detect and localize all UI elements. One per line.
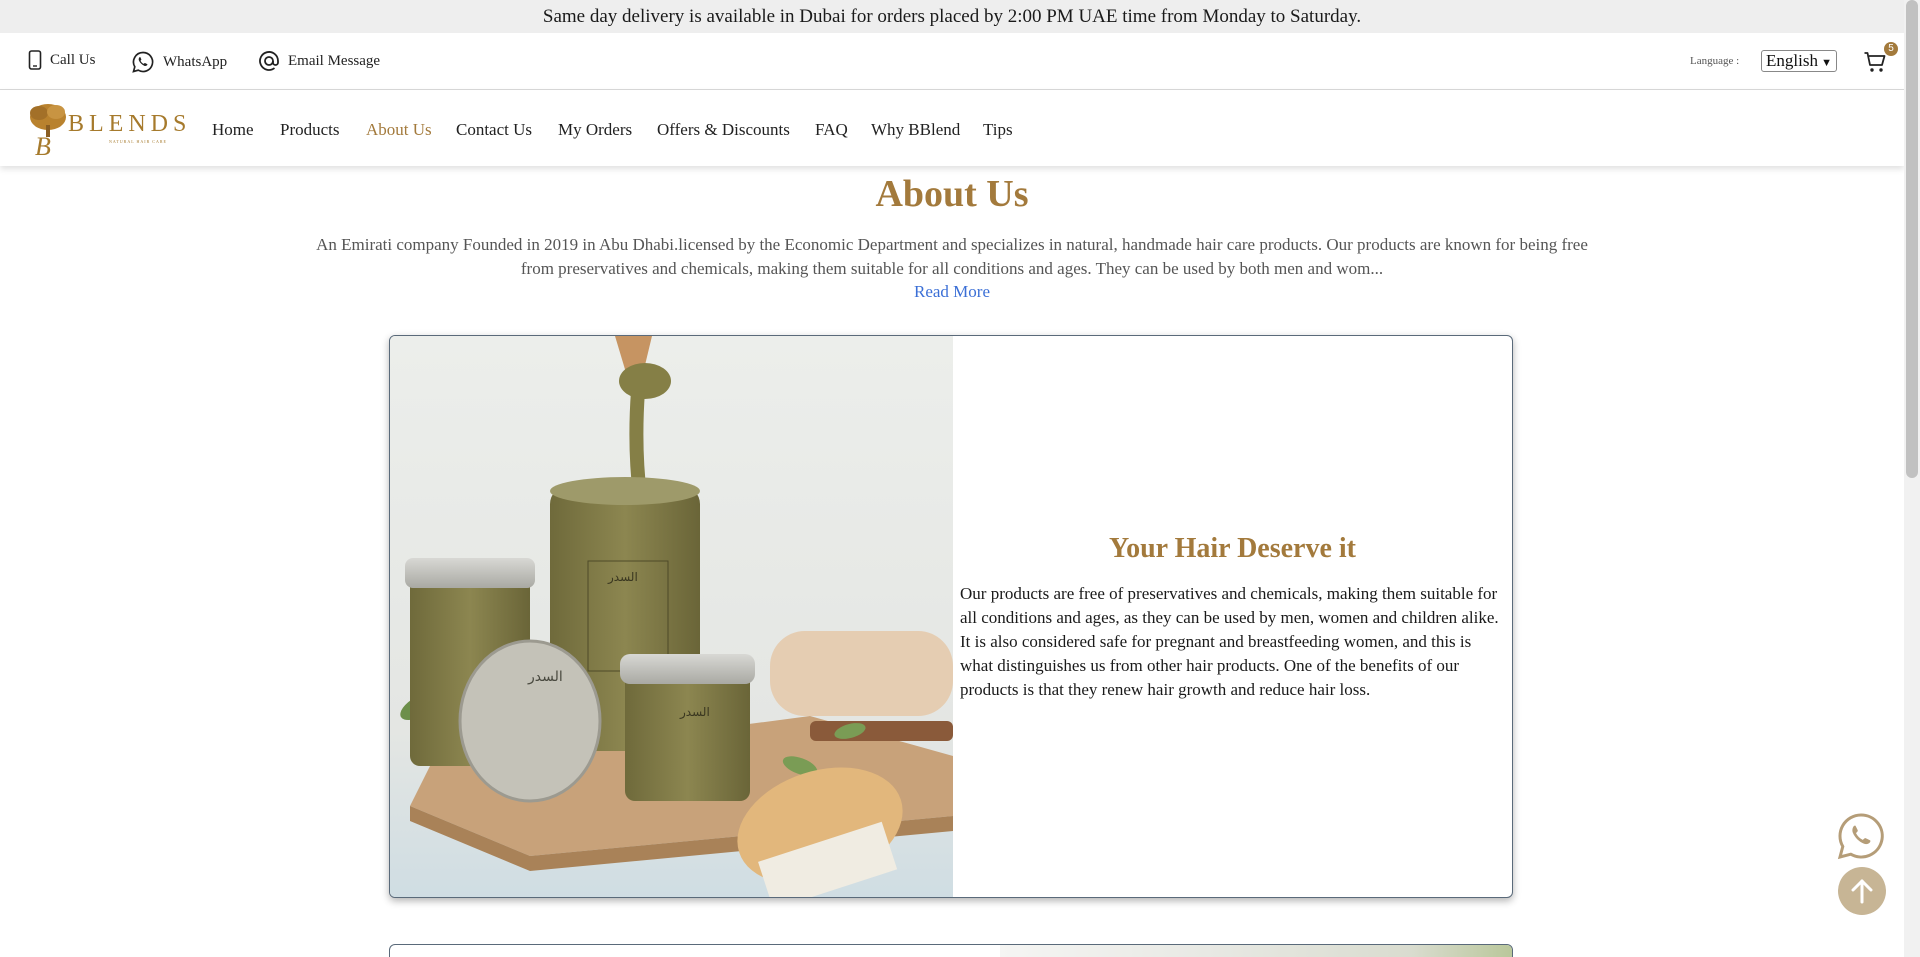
page-title: About Us — [875, 173, 1029, 215]
floating-whatsapp-button[interactable] — [1836, 811, 1886, 861]
scroll-to-top-button[interactable] — [1838, 867, 1886, 915]
at-sign-icon — [259, 51, 279, 71]
feature-text: Our products are free of preservatives a… — [960, 584, 1499, 699]
main-navbar: B BLENDS NATURAL HAIR CARE Home Products… — [0, 90, 1904, 166]
call-us-label: Call Us — [50, 51, 96, 68]
feature-card: السدر السدر السدر Your Hair Deserve it O… — [389, 335, 1513, 898]
call-us-link[interactable]: Call Us — [28, 50, 95, 70]
whatsapp-icon — [132, 51, 154, 73]
language-selected: English — [1766, 51, 1818, 70]
phone-icon — [28, 50, 42, 70]
contact-bar: Call Us WhatsApp Email Message Language … — [0, 33, 1904, 90]
nav-why-bblend[interactable]: Why BBlend — [871, 120, 960, 140]
next-feature-image — [1000, 945, 1512, 957]
feature-title: Your Hair Deserve it — [1108, 533, 1357, 564]
scrollbar-thumb[interactable] — [1906, 0, 1918, 478]
email-label: Email Message — [288, 52, 381, 69]
tree-logo-icon: B — [30, 104, 66, 157]
cart-count-badge: 5 — [1884, 42, 1898, 56]
whatsapp-link[interactable]: WhatsApp — [131, 50, 227, 74]
whatsapp-icon — [1837, 813, 1884, 860]
nav-products[interactable]: Products — [280, 120, 340, 140]
nav-contact-us[interactable]: Contact Us — [456, 120, 532, 140]
nav-about-us[interactable]: About Us — [366, 120, 432, 140]
next-feature-card — [389, 944, 1513, 957]
brand-tagline: NATURAL HAIR CARE — [109, 139, 167, 144]
chevron-down-icon: ▼ — [1821, 57, 1832, 69]
about-intro-text: An Emirati company Founded in 2019 in Ab… — [316, 235, 1588, 278]
page-scrollbar[interactable] — [1904, 0, 1920, 957]
jar-label-lid: السدر — [527, 669, 563, 685]
nav-offers-discounts[interactable]: Offers & Discounts — [657, 120, 790, 140]
whatsapp-label: WhatsApp — [163, 53, 228, 70]
email-link[interactable]: Email Message — [258, 50, 380, 72]
brand-logo[interactable]: B BLENDS NATURAL HAIR CARE — [26, 101, 186, 157]
page: Same day delivery is available in Dubai … — [0, 0, 1904, 957]
arrow-up-icon — [1851, 879, 1873, 904]
nav-my-orders[interactable]: My Orders — [558, 120, 632, 140]
brand-name: BLENDS — [68, 111, 192, 137]
nav-tips[interactable]: Tips — [983, 120, 1013, 140]
cart-button[interactable] — [1863, 50, 1887, 74]
nav-faq[interactable]: FAQ — [815, 120, 848, 140]
product-jars-image: السدر السدر السدر — [390, 336, 953, 897]
nav-home[interactable]: Home — [212, 120, 254, 140]
announcement-bar: Same day delivery is available in Dubai … — [0, 0, 1904, 33]
cart-icon — [1864, 52, 1886, 72]
svg-text:B: B — [35, 132, 51, 157]
jar-label-small: السدر — [679, 705, 710, 720]
jar-label-tall: السدر — [607, 570, 638, 585]
read-more-link[interactable]: Read More — [0, 282, 1904, 302]
language-select[interactable]: English ▼ — [1761, 50, 1837, 72]
language-label: Language : — [1690, 55, 1740, 67]
